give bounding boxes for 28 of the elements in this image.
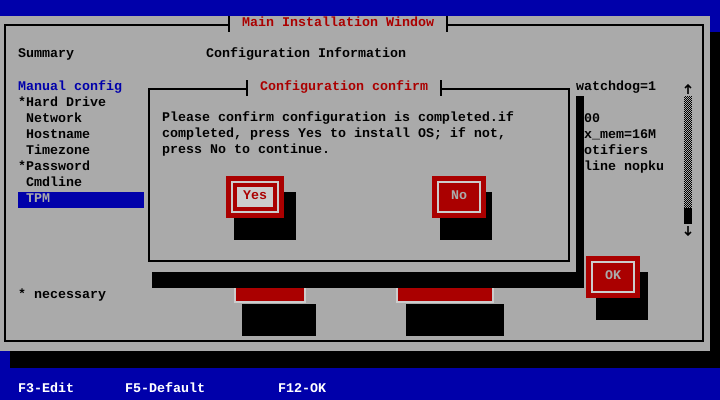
menu-item[interactable]: Timezone xyxy=(18,144,144,160)
menu-item[interactable]: TPM xyxy=(18,192,144,208)
menu-item[interactable]: *Hard Drive xyxy=(18,96,144,112)
key-hint: F12-OK xyxy=(278,382,326,398)
info-text: otifiers xyxy=(584,144,648,160)
summary-label: Summary xyxy=(18,47,74,63)
key-hint: F5-Default xyxy=(125,382,205,398)
menu-item[interactable]: Network xyxy=(18,112,144,128)
menu-item[interactable]: *Password xyxy=(18,160,144,176)
dialog-button[interactable]: Yes xyxy=(226,176,284,218)
key-hint: F3-Edit xyxy=(18,382,74,398)
dialog-title: Configuration confirm xyxy=(246,80,442,96)
scrollbar-thumb[interactable] xyxy=(684,208,692,224)
scroll-down-arrow-icon[interactable] xyxy=(684,226,692,236)
info-text: line nopku xyxy=(584,160,664,176)
info-text: 00 xyxy=(584,112,600,128)
info-text: watchdog=1 xyxy=(576,80,656,96)
dialog-message: Please confirm configuration is completed.if completed, press Yes to install OS; if not, press No to continue. xyxy=(162,111,515,159)
window-title: Main Installation Window xyxy=(228,16,448,32)
button[interactable] xyxy=(234,288,306,303)
scroll-up-arrow-icon[interactable] xyxy=(684,84,692,94)
info-text: x_mem=16M xyxy=(584,128,656,144)
button[interactable] xyxy=(396,288,494,303)
info-heading: Configuration Information xyxy=(206,47,406,63)
menu-item[interactable]: Cmdline xyxy=(18,176,144,192)
menu-item[interactable]: Hostname xyxy=(18,128,144,144)
menu-heading: Manual config xyxy=(18,80,123,96)
necessary-note: * necessary xyxy=(18,288,106,304)
